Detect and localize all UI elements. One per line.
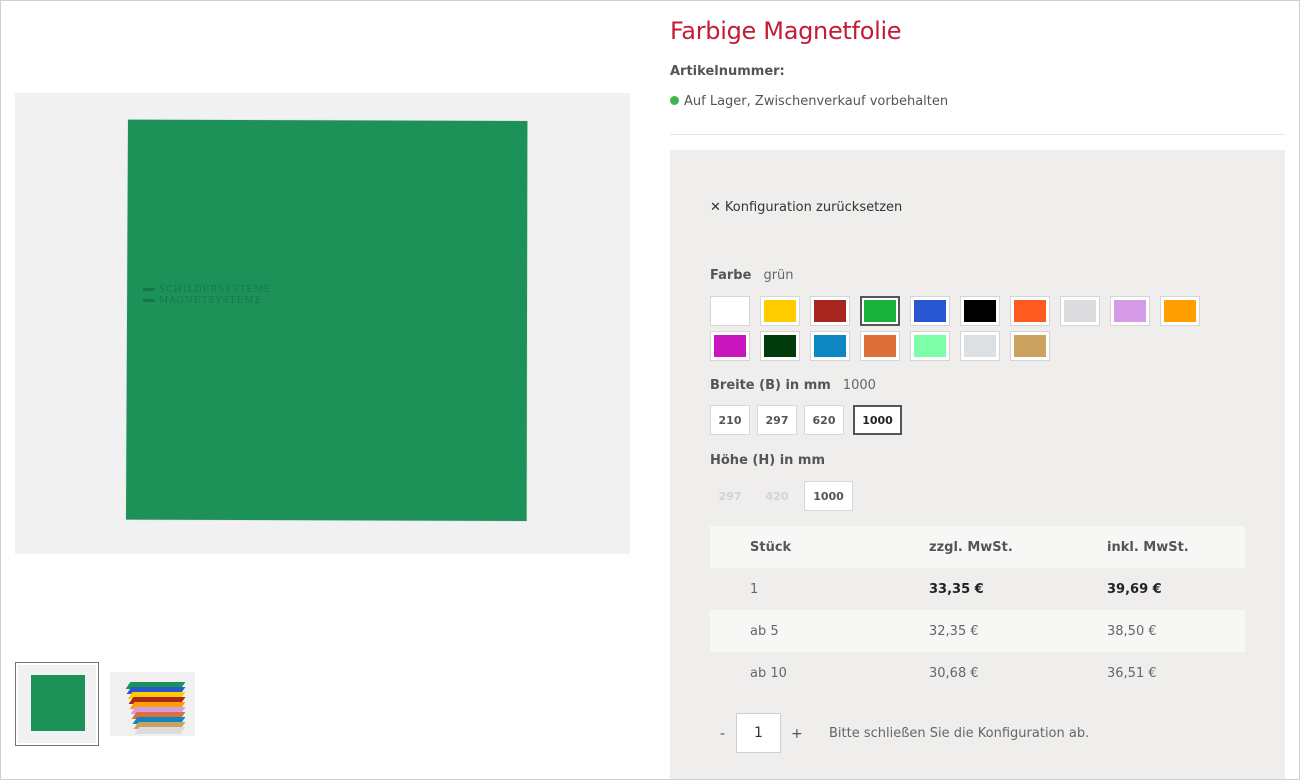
reset-label: Konfiguration zurücksetzen (724, 200, 903, 215)
price-row: ab 10 30,68 € 36,51 € (710, 652, 1245, 694)
color-swatch-fill (814, 335, 846, 357)
green-magnetic-sheet (125, 119, 528, 522)
stock-text: Auf Lager, Zwischenverkauf vorbehalten (684, 94, 949, 109)
color-swatch-fill (864, 335, 896, 357)
quantity-increase-button[interactable]: + (791, 726, 803, 742)
quantity-decrease-button[interactable]: - (720, 726, 725, 742)
color-swatch-fill (1064, 300, 1096, 322)
price-gross: 36,51 € (1107, 665, 1157, 681)
col-net-header: zzgl. MwSt. (929, 526, 1107, 568)
color-swatch-fill (964, 300, 996, 322)
color-swatch-dark-green[interactable] (760, 331, 800, 361)
color-swatch-green[interactable] (860, 296, 900, 326)
color-swatch-fill (1014, 335, 1046, 357)
color-swatch-black[interactable] (960, 296, 1000, 326)
height-option-420: 420 (765, 489, 789, 503)
stock-dot-icon (670, 96, 679, 105)
width-option-297[interactable]: 297 (757, 405, 797, 435)
color-swatch-silver[interactable] (960, 331, 1000, 361)
color-swatch-blue[interactable] (910, 296, 950, 326)
color-swatch-fill (714, 300, 746, 322)
price-row: ab 5 32,35 € 38,50 € (710, 610, 1245, 652)
height-option-1000[interactable]: 1000 (804, 481, 853, 511)
reset-configuration-link[interactable]: ✕ Konfiguration zurücksetzen (710, 200, 902, 215)
main-product-image[interactable]: SCHILDERSYSTEME MAGNETSYSTEME (15, 93, 630, 554)
thumbnail-2[interactable] (110, 672, 195, 736)
color-swatch-light-grey[interactable] (1060, 296, 1100, 326)
price-qty: ab 5 (710, 610, 929, 652)
color-swatch-fill (914, 335, 946, 357)
product-title: Farbige Magnetfolie (670, 17, 902, 45)
col-gross-header: inkl. MwSt. (1107, 526, 1245, 568)
width-selected-value: 1000 (842, 378, 876, 393)
price-net: 32,35 € (929, 610, 1107, 652)
divider (670, 134, 1285, 135)
width-option-210[interactable]: 210 (710, 405, 750, 435)
color-swatch-fill (1164, 300, 1196, 322)
close-icon: ✕ (710, 200, 721, 215)
color-swatch-fill (914, 300, 946, 322)
color-swatch-cyan-blue[interactable] (810, 331, 850, 361)
color-swatch-copper[interactable] (860, 331, 900, 361)
price-table: Stück zzgl. MwSt. inkl. MwSt. 1 33,35 € … (710, 526, 1245, 694)
price-gross: 38,50 € (1107, 610, 1245, 652)
color-swatch-fill (964, 335, 996, 357)
thumbnail-1[interactable] (15, 662, 99, 746)
width-option-620[interactable]: 620 (804, 405, 844, 435)
color-swatch-magenta[interactable] (710, 331, 750, 361)
color-swatch-yellow[interactable] (760, 296, 800, 326)
price-net: 30,68 € (929, 665, 979, 681)
width-option-label: Breite (B) in mm 1000 (710, 378, 876, 393)
image-watermark: SCHILDERSYSTEME MAGNETSYSTEME (143, 285, 283, 307)
configuration-hint: Bitte schließen Sie die Konfiguration ab… (829, 726, 1090, 741)
color-swatch-gold[interactable] (1010, 331, 1050, 361)
color-swatch-fill (814, 300, 846, 322)
quantity-input[interactable] (736, 713, 781, 753)
color-swatch-fill (764, 300, 796, 322)
col-quantity-header: Stück (710, 526, 929, 568)
color-swatch-orange-red[interactable] (1010, 296, 1050, 326)
color-swatch-fill (1114, 300, 1146, 322)
price-net: 33,35 € (929, 581, 984, 597)
price-qty: 1 (750, 581, 759, 597)
price-table-header: Stück zzgl. MwSt. inkl. MwSt. (710, 526, 1245, 568)
price-qty: ab 10 (750, 665, 787, 681)
color-swatch-orange[interactable] (1160, 296, 1200, 326)
color-swatch-fill (1014, 300, 1046, 322)
stock-status: Auf Lager, Zwischenverkauf vorbehalten (670, 94, 948, 109)
color-selected-value: grün (763, 268, 794, 283)
price-gross: 39,69 € (1107, 581, 1162, 597)
width-option-1000[interactable]: 1000 (853, 405, 902, 435)
article-number-label: Artikelnummer: (670, 64, 785, 79)
color-swatch-red[interactable] (810, 296, 850, 326)
color-swatch-mint[interactable] (910, 331, 950, 361)
thumbnail-stack-layer (134, 727, 186, 734)
price-row: 1 33,35 € 39,69 € (710, 568, 1245, 610)
color-swatch-fill (764, 335, 796, 357)
height-option-label: Höhe (H) in mm (710, 453, 826, 468)
configurator-panel: ✕ Konfiguration zurücksetzen Farbe grün Br… (670, 150, 1285, 780)
height-option-297: 297 (718, 489, 742, 503)
color-swatch-white[interactable] (710, 296, 750, 326)
color-option-label: Farbe grün (710, 268, 794, 283)
color-swatch-fill (714, 335, 746, 357)
color-swatch-lilac[interactable] (1110, 296, 1150, 326)
color-swatch-fill (864, 300, 896, 322)
